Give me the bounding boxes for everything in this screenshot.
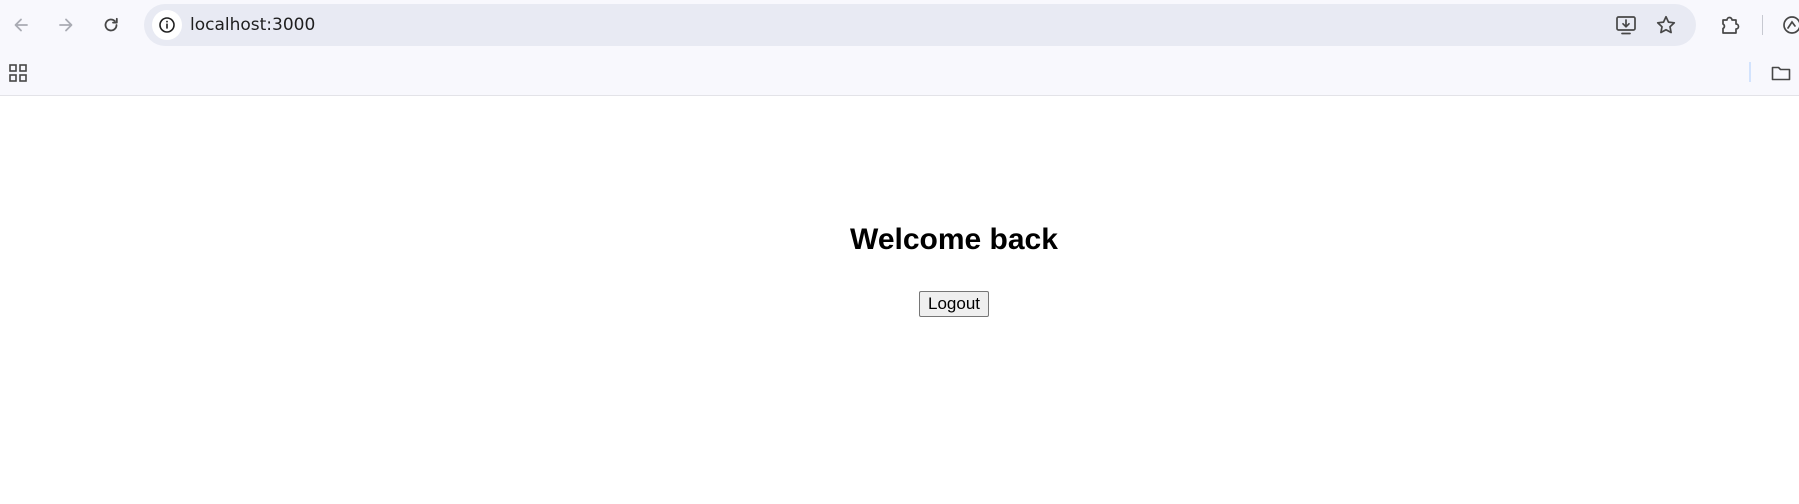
apps-button[interactable] [5,60,31,86]
info-icon [159,17,175,33]
logout-button[interactable]: Logout [919,291,989,317]
profile-icon [1783,16,1799,34]
other-bookmarks-button[interactable] [1768,60,1794,86]
bookmarks-divider [1749,62,1751,82]
bookmarks-bar [0,50,1799,96]
forward-button[interactable] [50,9,82,41]
browser-toolbar: localhost:3000 [0,0,1799,50]
reload-button[interactable] [95,9,127,41]
toolbar-divider [1762,15,1763,35]
back-button[interactable] [5,9,37,41]
star-icon [1656,15,1676,34]
browser-chrome: localhost:3000 [0,0,1799,96]
url-text[interactable]: localhost:3000 [190,4,315,46]
arrow-left-icon [14,18,28,32]
install-app-button[interactable] [1613,12,1639,38]
apps-grid-icon [9,64,27,82]
site-info-button[interactable] [152,10,182,40]
puzzle-icon [1722,16,1740,34]
folder-icon [1771,66,1791,81]
reload-icon [104,17,118,32]
arrow-right-icon [59,18,73,32]
profile-button[interactable] [1776,9,1799,41]
page-content: Welcome back Logout [0,96,1799,504]
bookmark-star-button[interactable] [1653,12,1679,38]
address-bar[interactable]: localhost:3000 [144,4,1696,46]
extensions-button[interactable] [1714,9,1746,41]
page-title: Welcome back [850,223,1058,256]
install-app-icon [1616,16,1636,35]
